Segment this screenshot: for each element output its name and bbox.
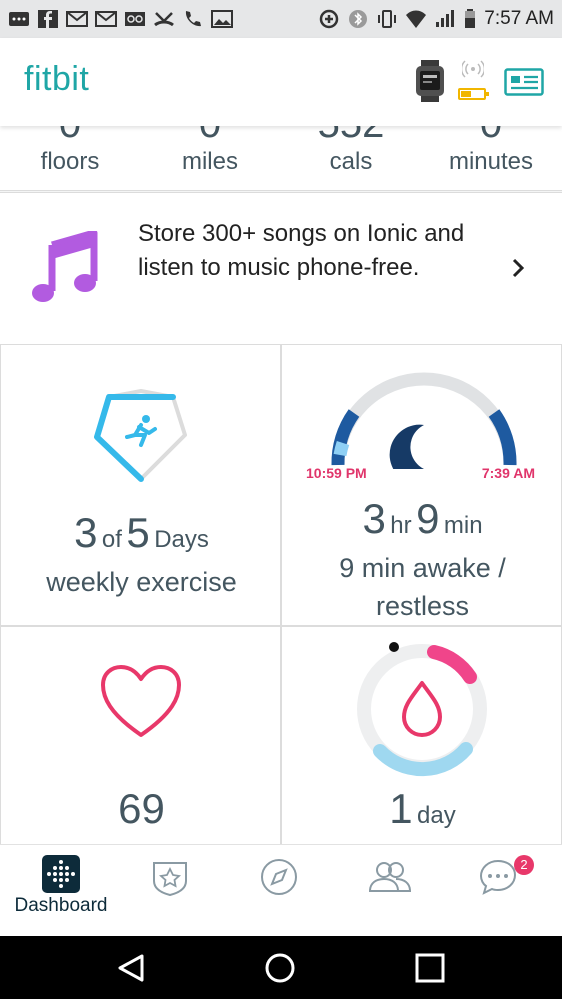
cycle-tile[interactable]: 1 day: [281, 626, 562, 846]
sync-signal-icon: [462, 60, 484, 78]
exercise-tile[interactable]: 3 of 5 Days weekly exercise: [0, 344, 281, 626]
stat-cals-label: cals: [329, 148, 373, 175]
challenges-star-icon[interactable]: [150, 857, 190, 897]
exercise-runner-icon: [94, 389, 187, 482]
home-icon[interactable]: [264, 952, 296, 984]
call-icon: [185, 11, 201, 27]
tab-dashboard-label: Dashboard: [14, 895, 108, 916]
stat-floors-label: floors: [40, 148, 100, 175]
sleep-min-unit: min: [443, 512, 483, 539]
voicemail-icon: [125, 12, 145, 26]
sleep-subtitle: 9 min awake / restless: [339, 553, 506, 621]
system-navigation-bar: [0, 936, 562, 999]
exercise-label: weekly exercise: [46, 567, 237, 597]
image-icon: [211, 10, 233, 28]
gmail-icon: [66, 11, 88, 27]
exercise-progress: 3 of 5 Days: [1, 509, 280, 557]
profile-card-icon[interactable]: [504, 68, 544, 96]
sleep-hours: 3: [362, 495, 386, 542]
sleep-minutes: 9: [416, 495, 440, 542]
stat-minutes-label: minutes: [448, 148, 534, 175]
tracker-battery-level: [461, 91, 471, 97]
back-icon[interactable]: [116, 952, 148, 984]
stat-cals-value: 552: [281, 126, 421, 144]
music-promo-card[interactable]: Store 300+ songs on Ionic and listen to …: [0, 192, 562, 345]
status-bar: 7:57 AM: [0, 0, 562, 38]
notification-icons: [8, 9, 233, 29]
sleep-end-time: 7:39 AM: [481, 465, 535, 481]
cycle-unit: day: [417, 802, 456, 829]
sleep-tile[interactable]: 10:59 PM 7:39 AM 3 hr 9 min 9 min awake …: [281, 344, 562, 626]
stat-cals[interactable]: 552 cals: [281, 126, 421, 176]
messages-chat-icon[interactable]: [478, 857, 518, 897]
tracker-battery-icon: [458, 88, 489, 100]
battery-icon: [465, 9, 476, 28]
system-icons: 7:57 AM: [318, 8, 554, 30]
missed-call-icon: [154, 12, 174, 27]
sleep-duration: 3 hr 9 min: [282, 495, 561, 543]
cycle-days: 1: [389, 785, 413, 832]
sleep-hr-unit: hr: [390, 512, 412, 539]
fitbit-logo: fitbit: [24, 60, 90, 98]
exercise-of: of: [101, 526, 122, 553]
stat-miles-value: 0: [140, 126, 280, 144]
message-icon: [9, 12, 29, 26]
stat-floors-value: 0: [0, 126, 140, 144]
gmail-icon-2: [95, 11, 117, 27]
music-note-icon: [32, 231, 98, 302]
heart-rate-value: 69: [118, 785, 165, 832]
bottom-navigation: Dashboard 2: [0, 844, 562, 937]
messages-badge: 2: [514, 855, 534, 875]
signal-icon: [436, 10, 455, 27]
bluetooth-icon: [349, 10, 368, 28]
heart-rate-tile[interactable]: 69: [0, 626, 281, 846]
clock: 7:57 AM: [484, 8, 554, 29]
chevron-right-icon[interactable]: [508, 257, 528, 279]
heart-icon: [101, 665, 181, 737]
sleep-start-time: 10:59 PM: [306, 465, 367, 481]
community-people-icon[interactable]: [366, 857, 412, 897]
data-saver-icon: [320, 9, 339, 29]
app-header: fitbit: [0, 38, 562, 126]
wifi-icon: [406, 10, 427, 28]
recents-icon[interactable]: [414, 952, 446, 984]
stat-miles[interactable]: 0 miles: [140, 126, 280, 176]
promo-text: Store 300+ songs on Ionic and listen to …: [138, 220, 465, 281]
vibrate-icon: [378, 10, 397, 28]
exercise-done: 3: [74, 509, 98, 556]
stat-floors[interactable]: 0 floors: [0, 126, 140, 176]
cycle-ring-chart: [357, 642, 487, 777]
exercise-unit: Days: [154, 526, 209, 553]
stat-minutes[interactable]: 0 minutes: [421, 126, 561, 176]
exercise-goal: 5: [126, 509, 150, 556]
stats-strip[interactable]: 0 floors 0 miles 552 cals 0 minutes: [0, 126, 562, 191]
cycle-value: 1 day: [282, 785, 561, 833]
tab-dashboard[interactable]: Dashboard: [8, 845, 114, 937]
facebook-icon: [38, 10, 58, 28]
stat-minutes-value: 0: [421, 126, 561, 144]
discover-compass-icon[interactable]: [259, 857, 299, 897]
stat-miles-label: miles: [181, 148, 238, 175]
sleep-arc-chart: [331, 372, 517, 469]
dashboard-icon: [42, 855, 80, 893]
tracker-device-icon[interactable]: [412, 60, 448, 102]
